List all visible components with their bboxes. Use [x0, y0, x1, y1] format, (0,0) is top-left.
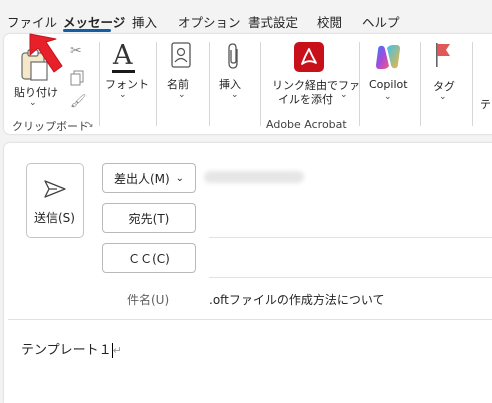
- acrobat-group-label: Adobe Acrobat: [266, 118, 347, 131]
- compose-pane: 送信(S) 差出人(M) ⌄ 宛先(T) ＣＣ(C) 件名(U) .oftファイ…: [4, 143, 492, 403]
- ribbon: 貼り付け ⌄ ✂ 🖌 クリップボード ↘ A フォント ⌄ 名前 ⌄ 挿入 ⌄: [4, 34, 492, 134]
- tab-review[interactable]: 校閲: [317, 12, 342, 31]
- copilot-label: Copilot: [369, 78, 408, 91]
- chevron-down-icon: ⌄: [439, 92, 447, 102]
- paragraph-mark-icon: ↵: [112, 344, 122, 357]
- sender-address-redacted: [204, 171, 304, 183]
- attach-via-link-button[interactable]: リンク経由でファ イルを添付 ⌄: [266, 40, 360, 106]
- send-icon: [44, 180, 66, 198]
- group-separator: [359, 42, 360, 126]
- insert-button[interactable]: 挿入 ⌄: [215, 40, 253, 106]
- flag-icon: [436, 43, 450, 67]
- group-separator: [420, 42, 421, 126]
- font-color-bar: [112, 70, 135, 73]
- group-separator: [99, 42, 100, 126]
- from-label: 差出人(M): [113, 171, 170, 186]
- send-label: 送信(S): [34, 211, 75, 225]
- chevron-down-icon: ⌄: [340, 90, 348, 100]
- cutoff-label[interactable]: テ: [480, 96, 491, 112]
- group-separator: [472, 42, 473, 126]
- tab-format[interactable]: 書式設定: [248, 12, 298, 31]
- chevron-down-icon: ⌄: [178, 90, 186, 100]
- tab-help[interactable]: ヘルプ: [362, 12, 400, 31]
- adobe-acrobat-icon: [294, 42, 324, 72]
- names-button[interactable]: 名前 ⌄: [162, 40, 200, 106]
- cc-button[interactable]: ＣＣ(C): [102, 243, 196, 273]
- to-label: 宛先(T): [128, 211, 170, 226]
- copilot-button[interactable]: Copilot ⌄: [364, 40, 412, 106]
- subject-underline: [8, 319, 492, 320]
- font-label: フォント: [105, 78, 149, 91]
- group-separator: [260, 42, 261, 126]
- font-button[interactable]: A フォント ⌄: [103, 40, 149, 106]
- body-text: テンプレート１: [21, 343, 112, 358]
- subject-field[interactable]: .oftファイルの作成方法について: [209, 291, 385, 308]
- address-book-icon: [171, 42, 191, 68]
- chevron-down-icon: ⌄: [29, 98, 37, 108]
- dialog-launcher-icon[interactable]: ↘: [86, 120, 94, 130]
- group-separator: [209, 42, 210, 126]
- send-button[interactable]: 送信(S): [26, 163, 84, 238]
- clipboard-group-label: クリップボード: [12, 120, 89, 133]
- copilot-icon: [376, 45, 400, 69]
- subject-label: 件名(U): [127, 293, 170, 307]
- tags-button[interactable]: タグ ⌄: [426, 40, 460, 106]
- from-button[interactable]: 差出人(M) ⌄: [102, 163, 196, 193]
- group-separator: [156, 42, 157, 126]
- message-body[interactable]: テンプレート１↵: [21, 339, 122, 358]
- font-icon: A: [113, 40, 133, 71]
- chevron-down-icon: ⌄: [119, 90, 127, 100]
- cc-label: ＣＣ(C): [128, 251, 170, 266]
- attach-link-label-2: イルを添付: [278, 93, 333, 106]
- format-painter-icon[interactable]: 🖌: [70, 94, 87, 109]
- chevron-down-icon: ⌄: [231, 90, 239, 100]
- cc-field-underline: [209, 277, 492, 278]
- to-field[interactable]: [209, 203, 492, 233]
- cc-field[interactable]: [209, 243, 492, 273]
- chevron-down-icon: ⌄: [175, 172, 185, 184]
- tab-options[interactable]: オプション: [178, 12, 241, 31]
- paperclip-icon: [228, 43, 238, 69]
- to-button[interactable]: 宛先(T): [102, 203, 196, 233]
- chevron-down-icon: ⌄: [384, 92, 392, 102]
- to-field-underline: [209, 237, 492, 238]
- annotation-arrow-icon: [29, 33, 63, 73]
- tab-insert[interactable]: 挿入: [132, 12, 157, 31]
